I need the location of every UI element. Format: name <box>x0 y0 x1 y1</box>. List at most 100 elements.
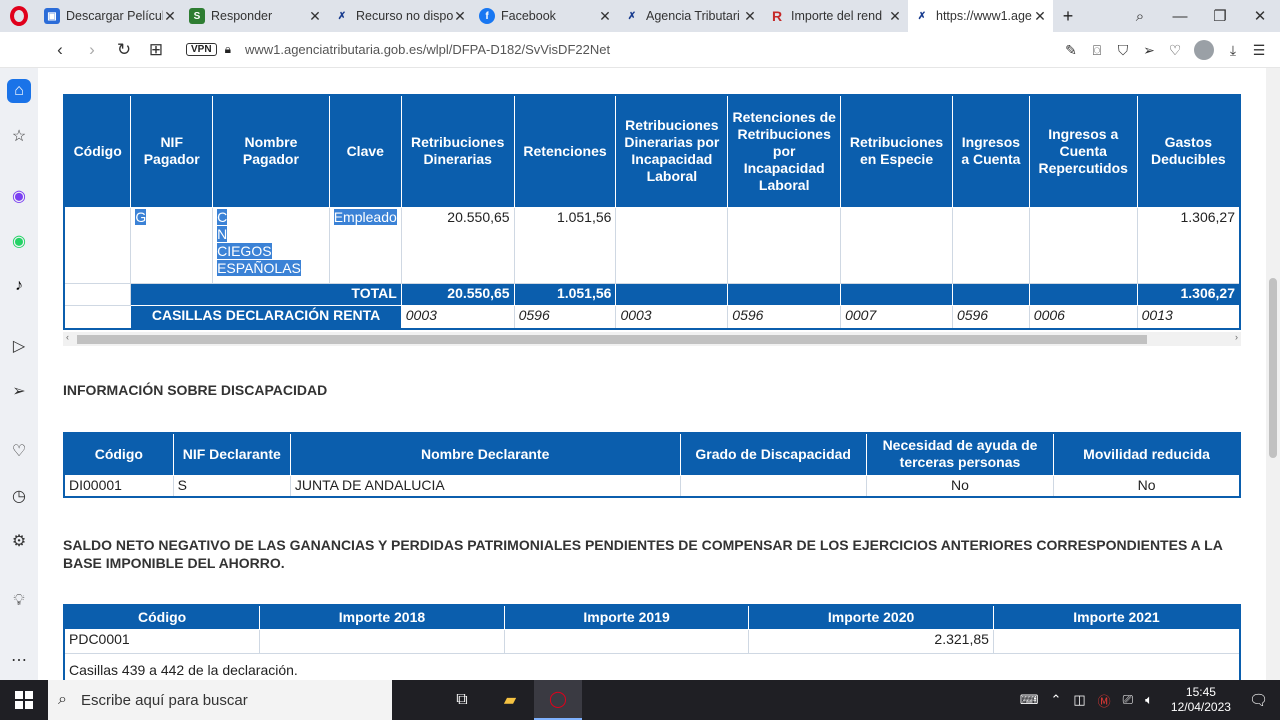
saldo-title: SALDO NETO NEGATIVO DE LAS GANANCIAS Y P… <box>63 537 1223 571</box>
close-icon[interactable]: ✕ <box>163 8 177 25</box>
chevron-up-icon[interactable]: ⌃ <box>1050 692 1061 708</box>
tab-recurso[interactable]: ✗ Recurso no dispo ✕ <box>328 0 473 32</box>
favicon-icon: R <box>771 8 783 24</box>
opera-taskbar-icon[interactable]: ◯ <box>534 680 582 720</box>
close-icon[interactable]: ✕ <box>308 8 322 25</box>
close-icon[interactable]: ✕ <box>598 8 612 25</box>
home-icon[interactable]: ⌂ <box>7 79 31 103</box>
player-icon[interactable]: ▷ <box>7 334 31 358</box>
col-header: Importe 2020 <box>748 604 994 630</box>
empty-cell <box>1028 282 1138 306</box>
notifications-icon[interactable]: 🗨︎ <box>1249 691 1268 709</box>
settings-sliders-icon[interactable]: ☰ <box>1246 42 1272 59</box>
tab-descargar[interactable]: ▣ Descargar Películ ✕ <box>38 0 183 32</box>
heart-icon[interactable]: ♡ <box>1162 42 1188 59</box>
keyboard-icon[interactable]: ⌨ <box>1020 692 1039 708</box>
close-icon[interactable]: ✕ <box>743 8 757 25</box>
messenger-icon[interactable]: ◉ <box>7 184 31 208</box>
empty-cell <box>615 206 729 284</box>
clock[interactable]: 15:45 12/04/2023 <box>1171 685 1231 715</box>
col-header: Retribuciones Dinerarias por Incapacidad… <box>615 94 729 208</box>
edit-icon[interactable]: ✎ <box>1058 42 1084 59</box>
col-header: Gastos Deducibles <box>1136 94 1241 208</box>
minimize-icon[interactable]: — <box>1160 8 1200 25</box>
opera-menu-icon[interactable] <box>0 0 38 32</box>
meet-icon[interactable]: ◫ <box>1073 692 1085 708</box>
importe-2021-cell <box>992 628 1241 654</box>
back-icon[interactable]: ‹ <box>44 40 76 60</box>
empty-cell <box>840 206 953 284</box>
windows-start-icon[interactable] <box>0 691 48 709</box>
importe-2018-cell <box>259 628 505 654</box>
total-retribuciones: 20.550,65 <box>400 282 515 306</box>
more-icon[interactable]: ⋯ <box>7 648 31 672</box>
lightbulb-icon[interactable]: 💡︎ <box>7 589 31 613</box>
importe-2020-cell: 2.321,85 <box>748 628 994 654</box>
casilla-cell: 0596 <box>513 304 617 330</box>
vertical-scrollbar[interactable] <box>1266 68 1280 680</box>
task-view-icon[interactable]: ⧉ <box>438 691 486 709</box>
vpn-badge[interactable]: VPN <box>186 43 217 56</box>
window-close-icon[interactable]: ✕ <box>1240 7 1280 25</box>
maximize-icon[interactable]: ❐ <box>1200 7 1240 25</box>
tabs-grid-icon[interactable]: ⊞ <box>140 40 172 60</box>
close-icon[interactable]: ✕ <box>888 8 902 25</box>
close-icon[interactable]: ✕ <box>1033 8 1047 25</box>
retribuciones-cell: 20.550,65 <box>400 206 515 284</box>
forward-icon[interactable]: › <box>76 40 108 60</box>
scrollbar-thumb[interactable] <box>77 335 1147 344</box>
network-icon[interactable]: ⎚ <box>1123 692 1133 708</box>
history-icon[interactable]: ◷ <box>7 484 31 508</box>
new-tab-icon[interactable]: + <box>1053 6 1083 27</box>
scroll-right-icon[interactable]: › <box>1235 332 1238 342</box>
mcafee-icon[interactable]: Ⓜ <box>1098 691 1111 710</box>
star-icon[interactable]: ☆ <box>7 124 31 148</box>
tab-agencia[interactable]: ✗ Agencia Tributari ✕ <box>618 0 763 32</box>
search-icon[interactable]: ⌕ <box>1120 8 1160 25</box>
casilla-cell: 0013 <box>1136 304 1241 330</box>
system-tray: ⌨ ⌃ ◫ Ⓜ ⎚ 🔈︎ 15:45 12/04/2023 🗨︎ <box>1014 680 1280 720</box>
whatsapp-icon[interactable]: ◉ <box>7 229 31 253</box>
total-row: TOTAL 20.550,65 1.051,56 1.306,27 <box>63 282 1241 306</box>
tab-importe[interactable]: R Importe del rend ✕ <box>763 0 908 32</box>
send-icon[interactable]: ➢ <box>1136 42 1162 59</box>
horizontal-scrollbar[interactable]: ‹ › <box>63 332 1241 346</box>
avatar[interactable] <box>1194 40 1214 60</box>
scrollbar-thumb[interactable] <box>1269 278 1277 458</box>
send-icon[interactable]: ➢ <box>7 379 31 403</box>
sidebar: ⌂ ☆ ◉ ◉ ♪ ▷ ➢ ♡ ◷ ⚙ 💡︎ ⋯ <box>0 68 38 680</box>
file-explorer-icon[interactable]: ▰ <box>486 690 534 710</box>
col-header: Código <box>63 432 174 476</box>
url-field[interactable]: www1.agenciatributaria.gob.es/wlpl/DFPA-… <box>245 42 610 57</box>
download-icon[interactable]: ⤓ <box>1220 42 1246 59</box>
clock-date: 12/04/2023 <box>1170 700 1231 714</box>
ayuda-cell: No <box>865 474 1055 498</box>
col-header: Nombre Declarante <box>289 432 681 476</box>
empty-cell <box>63 304 132 330</box>
lock-icon[interactable]: 🔒︎ <box>225 42 231 57</box>
tab-current[interactable]: ✗ https://www1.age ✕ <box>908 0 1053 32</box>
table-header-row: Código NIF Declarante Nombre Declarante … <box>63 432 1241 476</box>
volume-icon[interactable]: 🔈︎ <box>1145 692 1153 708</box>
heart-icon[interactable]: ♡ <box>7 439 31 463</box>
close-icon[interactable]: ✕ <box>453 8 467 25</box>
favicon-icon: S <box>189 8 205 24</box>
tab-title: Agencia Tributari <box>646 9 740 23</box>
table-header-row: Código NIF Pagador Nombre Pagador Clave … <box>63 94 1241 208</box>
shield-icon[interactable]: ⛉ <box>1110 42 1136 59</box>
reload-icon[interactable]: ↻ <box>108 40 140 60</box>
camera-icon[interactable]: ⌼ <box>1084 42 1110 59</box>
tab-facebook[interactable]: f Facebook ✕ <box>473 0 618 32</box>
casilla-cell: 0007 <box>840 304 953 330</box>
codigo-cell <box>63 206 132 284</box>
page-content: Código NIF Pagador Nombre Pagador Clave … <box>38 68 1266 680</box>
col-header: NIF Declarante <box>172 432 291 476</box>
col-header: Nombre Pagador <box>212 94 330 208</box>
empty-cell <box>1028 206 1138 284</box>
scroll-left-icon[interactable]: ‹ <box>66 332 69 342</box>
gear-icon[interactable]: ⚙ <box>7 529 31 553</box>
tab-responder[interactable]: S Responder ✕ <box>183 0 328 32</box>
tiktok-icon[interactable]: ♪ <box>7 274 31 298</box>
taskbar-search[interactable]: ⌕ Escribe aquí para buscar <box>48 680 392 720</box>
total-retenciones: 1.051,56 <box>513 282 617 306</box>
